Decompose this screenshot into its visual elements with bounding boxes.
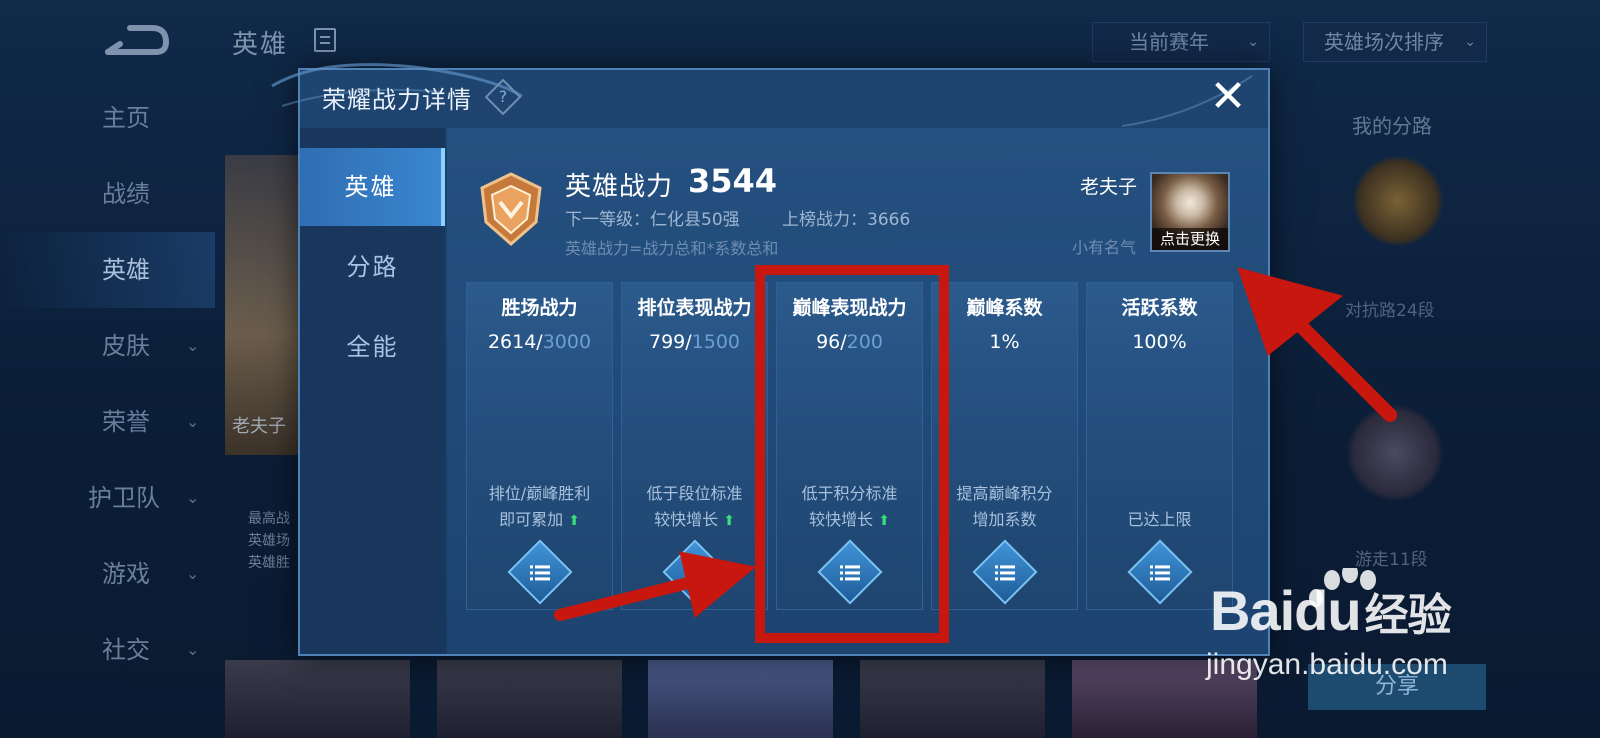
up-arrow-icon: ⬆: [568, 513, 580, 529]
side-item-game[interactable]: 游戏 ⌄: [0, 536, 215, 612]
list-icon: [685, 565, 705, 581]
side-item-label: 战绩: [102, 180, 150, 208]
lane-text: 对抗路24段: [1345, 301, 1435, 321]
list-icon: [995, 565, 1015, 581]
stat-card-peak-power: 巅峰表现战力 96/200 低于积分标准 较快增长 ⬆: [776, 282, 923, 610]
hero-title: 小有名气: [1072, 238, 1137, 257]
lane-badge-icon: [1345, 405, 1445, 501]
stat-value: 799/1500: [648, 331, 741, 353]
stat-list-button[interactable]: [507, 539, 573, 605]
close-button[interactable]: ✕: [1206, 75, 1250, 120]
stat-hint: 已达上限: [1127, 510, 1192, 529]
stat-card-active-coefficient: 活跃系数 100% 已达上限: [1086, 282, 1233, 610]
my-lanes-title: 我的分路: [1352, 114, 1432, 138]
power-label: 英雄战力: [565, 172, 674, 202]
rank-power-text: 上榜战力：3666: [782, 210, 911, 230]
up-arrow-icon: ⬆: [878, 513, 890, 529]
sort-dropdown-label: 英雄场次排序: [1324, 30, 1444, 54]
tab-lane[interactable]: 分路: [300, 228, 445, 306]
hero-card-line: 英雄场: [248, 533, 290, 549]
stat-title: 活跃系数: [1121, 297, 1198, 319]
side-item-label: 皮肤: [102, 332, 150, 360]
modal-title: 荣耀战力详情: [322, 86, 472, 114]
stat-hint: 低于段位标准 较快增长 ⬆: [646, 484, 743, 529]
power-value: 3544: [688, 162, 778, 200]
chevron-down-icon: ⌄: [186, 336, 200, 355]
stat-value: 1%: [989, 331, 1020, 353]
hero-card-line: 最高战: [248, 511, 290, 527]
hero-thumb[interactable]: [860, 660, 1045, 738]
chevron-down-icon: ⌄: [186, 564, 200, 583]
baidu-watermark-logo: Baidu经验: [1210, 579, 1452, 642]
stat-list-button[interactable]: [1127, 539, 1193, 605]
side-item-hero[interactable]: 英雄: [0, 232, 215, 308]
side-item-home[interactable]: 主页: [0, 80, 215, 156]
next-level-text: 下一等级：仁化县50强: [565, 210, 740, 230]
season-dropdown[interactable]: 当前赛年 ⌄: [1092, 22, 1270, 62]
sort-dropdown[interactable]: 英雄场次排序 ⌄: [1303, 22, 1487, 62]
tab-allround[interactable]: 全能: [300, 308, 445, 386]
stat-list-button[interactable]: [817, 539, 883, 605]
page-title: 英雄: [232, 30, 289, 60]
stat-title: 巅峰系数: [966, 297, 1043, 319]
lane-badge-icon: [1352, 155, 1444, 247]
side-item-label: 英雄: [102, 256, 150, 284]
stat-hint: 提高巅峰积分 增加系数: [956, 484, 1053, 529]
chevron-down-icon: ⌄: [186, 488, 200, 507]
chevron-down-icon: ⌄: [1247, 34, 1259, 50]
stat-card-rank-power: 排位表现战力 799/1500 低于段位标准 较快增长 ⬆: [621, 282, 768, 610]
list-icon: [1150, 565, 1170, 581]
stat-title: 排位表现战力: [637, 297, 752, 319]
hero-card-line: 英雄胜: [248, 555, 290, 571]
stat-list-button[interactable]: [972, 539, 1038, 605]
up-arrow-icon: ⬆: [723, 513, 735, 529]
chevron-down-icon: ⌄: [1464, 34, 1476, 50]
stat-hint: 排位/巅峰胜利 即可累加 ⬆: [488, 484, 591, 529]
tab-hero[interactable]: 英雄: [300, 148, 445, 226]
stat-card-peak-coefficient: 巅峰系数 1% 提高巅峰积分 增加系数: [931, 282, 1078, 610]
hero-thumb[interactable]: [648, 660, 833, 738]
hero-avatar[interactable]: 点击更换: [1150, 172, 1230, 252]
season-dropdown-label: 当前赛年: [1129, 30, 1209, 54]
baidu-watermark-url: jingyan.baidu.com: [1206, 648, 1448, 681]
help-icon-glyph: ?: [498, 87, 508, 106]
side-item-record[interactable]: 战绩: [0, 156, 215, 232]
chevron-down-icon: ⌄: [186, 412, 200, 431]
side-item-skin[interactable]: 皮肤 ⌄: [0, 308, 215, 384]
stat-hint: 低于积分标准 较快增长 ⬆: [801, 484, 898, 529]
back-arrow-icon[interactable]: [100, 22, 170, 58]
lane-text: 游走11段: [1355, 550, 1428, 570]
power-shield-icon: [480, 172, 542, 246]
side-item-label: 游戏: [102, 560, 150, 588]
stat-title: 巅峰表现战力: [792, 297, 907, 319]
hero-thumb[interactable]: [437, 660, 622, 738]
change-avatar-button[interactable]: 点击更换: [1152, 228, 1228, 250]
side-item-label: 社交: [102, 636, 150, 664]
stat-title: 胜场战力: [501, 297, 578, 319]
chevron-down-icon: ⌄: [186, 640, 200, 659]
list-icon[interactable]: [314, 28, 336, 52]
side-item-label: 荣誉: [102, 408, 150, 436]
hero-name: 老夫子: [1080, 176, 1138, 198]
list-icon: [840, 565, 860, 581]
side-item-label: 护卫队: [88, 484, 160, 512]
side-item-label: 主页: [102, 104, 150, 132]
stat-value: 96/200: [816, 331, 883, 353]
stat-value: 100%: [1132, 331, 1187, 353]
stat-card-win-power: 胜场战力 2614/3000 排位/巅峰胜利 即可累加 ⬆: [466, 282, 613, 610]
stat-list-button[interactable]: [662, 539, 728, 605]
side-item-social[interactable]: 社交 ⌄: [0, 612, 215, 688]
hero-card-name: 老夫子: [232, 416, 286, 437]
stat-value: 2614/3000: [487, 331, 592, 353]
power-formula: 英雄战力=战力总和*系数总和: [565, 239, 779, 258]
side-item-guard[interactable]: 护卫队 ⌄: [0, 460, 215, 536]
side-item-honor[interactable]: 荣誉 ⌄: [0, 384, 215, 460]
hero-thumb[interactable]: [225, 660, 410, 738]
list-icon: [530, 565, 550, 581]
